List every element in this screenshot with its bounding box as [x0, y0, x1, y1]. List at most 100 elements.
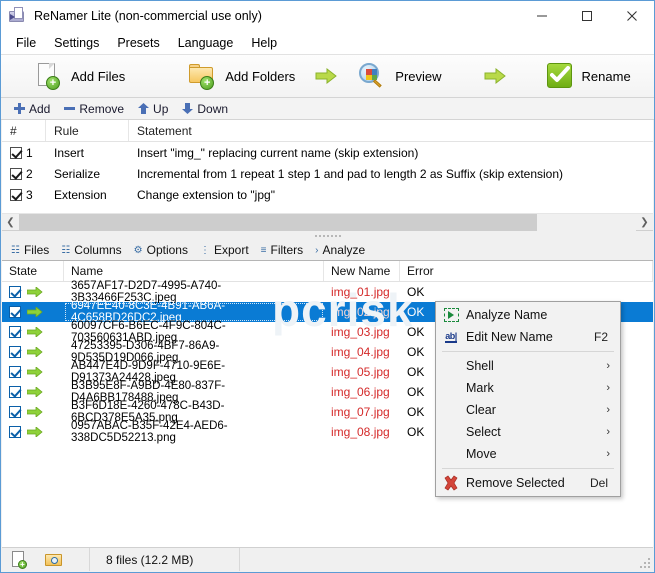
context-menu-item-select[interactable]: Select ›: [436, 421, 620, 443]
file-table-header: State Name New Name Error: [2, 261, 653, 282]
row-new-name: img_08.jpg: [331, 425, 390, 439]
row-checkbox[interactable]: [9, 306, 21, 318]
menu-file[interactable]: File: [7, 33, 45, 53]
context-item-label: Edit New Name: [466, 330, 553, 344]
rule-name: Serialize: [54, 166, 101, 181]
rule-number: 3: [26, 187, 33, 202]
tab-columns[interactable]: ☷ Columns: [55, 242, 127, 258]
window-controls: [519, 1, 654, 31]
row-checkbox[interactable]: [9, 326, 21, 338]
context-menu-separator: [442, 351, 614, 352]
main-toolbar: + Add Files + Add Folders Preview Rename: [1, 54, 654, 98]
row-checkbox[interactable]: [9, 426, 21, 438]
rule-row[interactable]: 2 Serialize Incremental from 1 repeat 1 …: [2, 163, 653, 184]
context-menu-item-clear[interactable]: Clear ›: [436, 399, 620, 421]
add-file-icon: +: [33, 61, 63, 91]
tab-export[interactable]: ⋮ Export: [194, 242, 255, 258]
row-state: [2, 322, 64, 342]
files-icon: ☷: [11, 244, 20, 256]
edit-text-icon: ab|: [445, 331, 457, 343]
close-button[interactable]: [609, 1, 654, 31]
rule-down-button[interactable]: Down: [175, 100, 235, 118]
row-new-name: img_03.jpg: [331, 325, 390, 339]
context-menu-item-move[interactable]: Move ›: [436, 443, 620, 465]
menu-language[interactable]: Language: [169, 33, 243, 53]
chevron-right-icon: ›: [606, 382, 610, 394]
arrow-right-icon: [27, 327, 43, 337]
row-checkbox[interactable]: [9, 406, 21, 418]
context-menu-item-edit-new-name[interactable]: ab| Edit New Name F2: [436, 326, 620, 348]
arrow-right-icon: [27, 387, 43, 397]
tab-analyze[interactable]: › Analyze: [309, 242, 371, 258]
rule-remove-label: Remove: [79, 101, 125, 116]
file-col-name[interactable]: Name: [64, 261, 324, 281]
rule-checkbox[interactable]: [10, 167, 22, 180]
menu-help[interactable]: Help: [242, 33, 286, 53]
rule-checkbox[interactable]: [10, 188, 22, 201]
tab-options[interactable]: ⚙ Options: [128, 242, 194, 258]
maximize-button[interactable]: [564, 1, 609, 31]
rule-down-label: Down: [197, 101, 229, 116]
scroll-right-icon[interactable]: ❯: [636, 214, 653, 231]
app-icon: [9, 7, 27, 25]
find-folder-status-icon[interactable]: [44, 551, 64, 568]
files-tabstrip: ☷ Files ☷ Columns ⚙ Options ⋮ Export ≡ F…: [1, 240, 654, 260]
rules-col-rule[interactable]: Rule: [46, 120, 129, 141]
row-state: [2, 422, 64, 442]
row-checkbox[interactable]: [9, 286, 21, 298]
context-menu-item-remove-selected[interactable]: Remove Selected Del: [436, 472, 620, 494]
table-row[interactable]: 3657AF17-D2D7-4995-A740-3B33466F253C.jpe…: [2, 280, 653, 304]
context-menu-item-shell[interactable]: Shell ›: [436, 355, 620, 377]
menu-presets[interactable]: Presets: [108, 33, 168, 53]
row-checkbox[interactable]: [9, 346, 21, 358]
tab-filters[interactable]: ≡ Filters: [255, 242, 310, 258]
minimize-button[interactable]: [519, 1, 564, 31]
row-new-name: img_04.jpg: [331, 345, 390, 359]
tab-export-label: Export: [213, 243, 249, 257]
context-item-accel: Del: [589, 476, 608, 490]
add-file-status-icon[interactable]: +: [10, 551, 30, 569]
rule-state-cell: 2: [2, 167, 46, 181]
rules-col-statement[interactable]: Statement: [129, 120, 653, 141]
rule-up-button[interactable]: Up: [131, 100, 175, 118]
context-menu-item-analyze-name[interactable]: Analyze Name: [436, 304, 620, 326]
rules-horizontal-scrollbar[interactable]: ❮ ❯: [2, 213, 653, 231]
row-checkbox[interactable]: [9, 386, 21, 398]
window-title: ReNamer Lite (non-commercial use only): [34, 9, 262, 23]
file-col-new-name[interactable]: New Name: [324, 261, 400, 281]
row-new-name: img_01.jpg: [331, 285, 390, 299]
rule-checkbox[interactable]: [10, 146, 22, 159]
scroll-thumb[interactable]: [19, 213, 538, 231]
panel-splitter[interactable]: [1, 231, 654, 240]
rules-col-number[interactable]: #: [2, 120, 46, 141]
menu-bar: File Settings Presets Language Help: [1, 31, 654, 54]
row-state: [2, 382, 64, 402]
rules-panel: # Rule Statement 1 Insert Insert "img_" …: [2, 120, 653, 231]
rule-statement: Insert "img_" replacing current name (sk…: [137, 145, 419, 160]
status-bar: + 8 files (12.2 MB): [2, 547, 653, 571]
add-folders-label: Add Folders: [225, 68, 296, 84]
arrow-right-icon-1: [305, 68, 347, 84]
add-files-button[interactable]: + Add Files: [23, 56, 135, 96]
rule-state-cell: 3: [2, 188, 46, 202]
rule-row[interactable]: 1 Insert Insert "img_" replacing current…: [2, 142, 653, 163]
rule-remove-button[interactable]: Remove: [57, 100, 131, 118]
file-col-state[interactable]: State: [2, 261, 64, 281]
tab-files[interactable]: ☷ Files: [5, 242, 55, 258]
rule-row[interactable]: 3 Extension Change extension to "jpg": [2, 184, 653, 205]
menu-settings[interactable]: Settings: [45, 33, 108, 53]
resize-grip[interactable]: [638, 556, 650, 568]
scroll-track[interactable]: [19, 213, 636, 231]
preview-button[interactable]: Preview: [347, 56, 451, 96]
context-menu-item-mark[interactable]: Mark ›: [436, 377, 620, 399]
rename-button[interactable]: Rename: [534, 56, 641, 96]
arrow-right-icon-2: [474, 68, 516, 84]
file-col-error[interactable]: Error: [400, 261, 446, 281]
scroll-left-icon[interactable]: ❮: [2, 214, 19, 231]
row-checkbox[interactable]: [9, 366, 21, 378]
rule-add-button[interactable]: Add: [7, 100, 57, 118]
arrow-right-icon: [27, 367, 43, 377]
add-folders-button[interactable]: + Add Folders: [177, 56, 305, 96]
arrow-right-icon: [27, 287, 43, 297]
chevron-right-icon: ›: [606, 404, 610, 416]
